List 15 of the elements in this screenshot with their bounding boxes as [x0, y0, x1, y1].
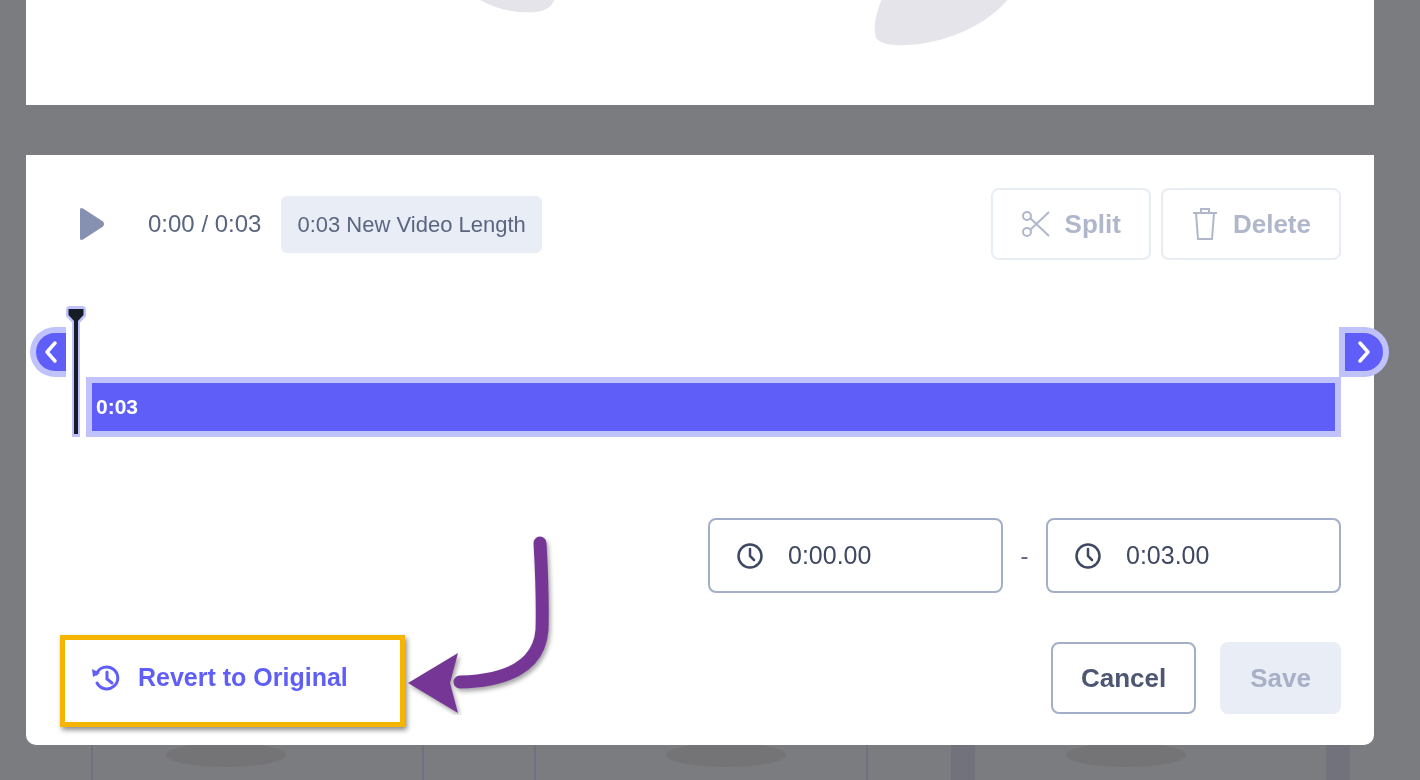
video-length-badge: 0:03 New Video Length — [281, 195, 542, 253]
playhead[interactable] — [66, 306, 86, 437]
video-clip-track: 0:03 — [86, 377, 1341, 437]
trash-icon — [1190, 207, 1219, 241]
cancel-button[interactable]: Cancel — [1051, 642, 1197, 714]
start-time-field[interactable]: 0:00.00 — [708, 518, 1003, 593]
clock-icon — [736, 541, 764, 570]
playback-time: 0:00 / 0:03 — [148, 209, 262, 239]
timeline-right-handle[interactable] — [1339, 327, 1389, 377]
end-time-field[interactable]: 0:03.00 — [1046, 518, 1341, 593]
range-separator: - — [1019, 540, 1030, 571]
clock-icon — [1074, 541, 1102, 570]
timeline-left-handle[interactable] — [30, 327, 66, 377]
scissors-icon — [1020, 209, 1051, 239]
revert-button[interactable]: Revert to Original — [76, 649, 362, 707]
